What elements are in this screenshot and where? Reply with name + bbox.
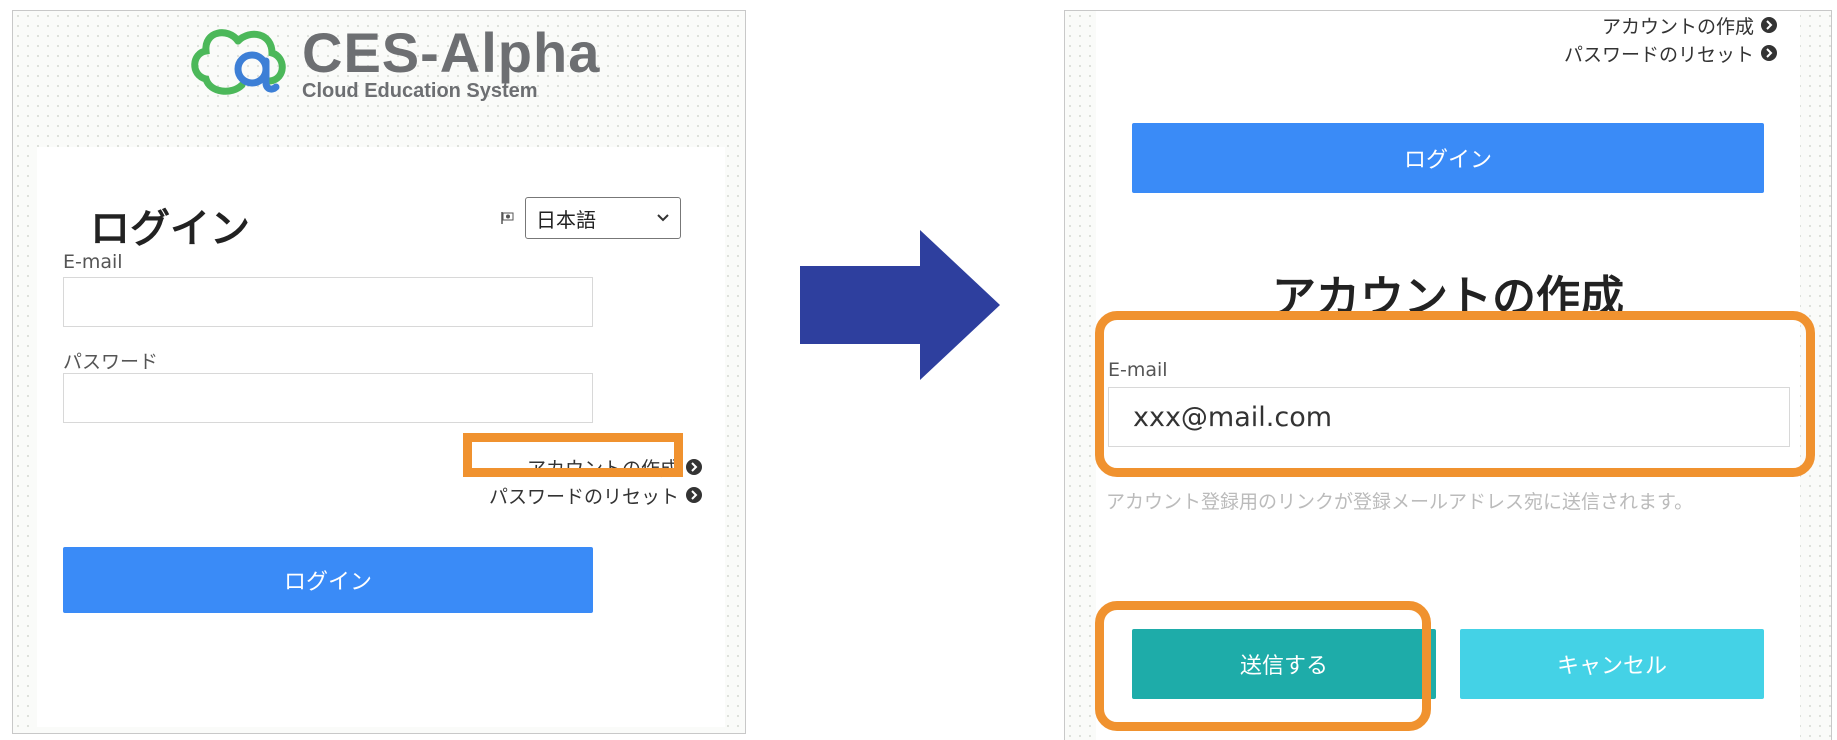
password-field[interactable]	[63, 373, 593, 423]
flag-icon	[501, 212, 514, 224]
right-arrow-icon	[800, 230, 1000, 380]
send-button-highlight	[1095, 601, 1431, 731]
password-label: パスワード	[63, 351, 159, 373]
create-account-link[interactable]: アカウントの作成	[1564, 11, 1778, 39]
email-label: E-mail	[63, 251, 123, 273]
email-field[interactable]	[63, 277, 593, 327]
page-title: ログイン	[90, 206, 250, 252]
circle-chevron-right-icon	[686, 459, 702, 475]
create-account-link-label: アカウントの作成	[1601, 15, 1754, 38]
circle-chevron-right-icon	[686, 487, 702, 503]
language-selector: 日本語	[499, 197, 681, 239]
reset-password-link-label: パスワードのリセット	[488, 485, 679, 508]
language-select[interactable]: 日本語	[525, 197, 681, 239]
reset-password-link[interactable]: パスワードのリセット	[1564, 39, 1778, 67]
reset-password-link[interactable]: パスワードのリセット	[489, 481, 703, 509]
login-screen-panel: CES-Alpha Cloud Education System ログイン 日本…	[12, 10, 746, 734]
login-button[interactable]: ログイン	[63, 547, 593, 613]
cancel-button[interactable]: キャンセル	[1460, 629, 1764, 699]
email-field-highlight	[1095, 311, 1815, 477]
cloud-logo-icon	[191, 29, 286, 95]
circle-chevron-right-icon	[1761, 17, 1777, 33]
reset-password-link-label: パスワードのリセット	[1563, 43, 1754, 66]
help-text: アカウント登録用のリンクが登録メールアドレス宛に送信されます。	[1106, 491, 1694, 513]
chevron-down-icon	[657, 214, 669, 222]
account-links: アカウントの作成 パスワードのリセット	[1564, 11, 1778, 67]
circle-chevron-right-icon	[1761, 45, 1777, 61]
login-button[interactable]: ログイン	[1132, 123, 1764, 193]
create-account-highlight	[463, 433, 683, 477]
language-select-value: 日本語	[536, 207, 596, 232]
app-logo: CES-Alpha Cloud Education System	[188, 23, 600, 103]
create-account-screen-panel: アカウントの作成 パスワードのリセット ログイン アカウントの作成 E-mail…	[1064, 10, 1832, 740]
app-name: CES-Alpha	[302, 20, 601, 84]
